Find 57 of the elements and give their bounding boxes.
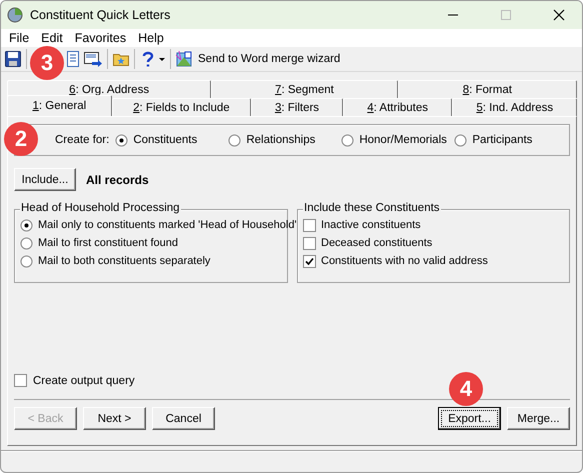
radio-label[interactable]: Mail only to constituents marked 'Head of Household' bbox=[38, 219, 297, 231]
menu-item[interactable]: File bbox=[3, 31, 36, 45]
radio-button[interactable] bbox=[20, 254, 33, 268]
radio-button[interactable] bbox=[115, 134, 128, 146]
close-icon[interactable] bbox=[553, 9, 565, 21]
tab[interactable]: 8: Format bbox=[398, 80, 577, 98]
folder-icon[interactable] bbox=[113, 51, 129, 67]
menu-item[interactable]: Edit bbox=[35, 31, 69, 45]
step-badge: 4 bbox=[449, 372, 483, 406]
radio-label[interactable]: Mail to first constituent found bbox=[38, 237, 178, 249]
toolbar-button[interactable]: Send to Word merge wizard bbox=[198, 53, 340, 65]
radio-button[interactable] bbox=[341, 134, 354, 146]
radio-label[interactable]: Constituents bbox=[133, 134, 198, 146]
tab[interactable]: 2: Fields to Include bbox=[112, 98, 252, 116]
document-icon[interactable] bbox=[65, 51, 81, 67]
radio-button[interactable] bbox=[454, 134, 468, 146]
tab[interactable]: 5: Ind. Address bbox=[452, 98, 578, 116]
checkbox[interactable] bbox=[303, 254, 316, 268]
save-icon[interactable] bbox=[5, 51, 21, 67]
step-badge: 2 bbox=[4, 122, 38, 156]
app-icon bbox=[7, 7, 23, 23]
checkbox[interactable] bbox=[303, 218, 316, 232]
checkbox-label[interactable]: Constituents with no valid address bbox=[321, 255, 488, 267]
dialog-button[interactable]: Merge... bbox=[507, 407, 570, 430]
field-label: Create for: bbox=[55, 134, 110, 146]
radio-button[interactable] bbox=[20, 218, 33, 232]
tab[interactable]: 1: General bbox=[7, 95, 112, 116]
tab[interactable]: 4: Attributes bbox=[342, 98, 452, 116]
radio-label[interactable]: Mail to both constituents separately bbox=[38, 255, 210, 267]
radio-button[interactable] bbox=[20, 236, 33, 250]
checkbox-label[interactable]: Create output query bbox=[33, 374, 135, 386]
help-icon[interactable] bbox=[140, 51, 156, 67]
menu-item[interactable]: Help bbox=[132, 31, 170, 45]
tab[interactable]: 3: Filters bbox=[251, 98, 343, 116]
radio-label[interactable]: Participants bbox=[472, 134, 532, 146]
checkbox[interactable] bbox=[303, 236, 316, 250]
wizard-icon[interactable] bbox=[176, 51, 192, 67]
radio-button[interactable] bbox=[228, 134, 242, 146]
window-title: Constituent Quick Letters bbox=[30, 8, 170, 22]
radio-label[interactable]: Honor/Memorials bbox=[359, 134, 447, 146]
group-title: Head of Household Processing bbox=[20, 202, 181, 214]
step-badge: 3 bbox=[30, 46, 64, 80]
checkbox[interactable] bbox=[14, 374, 27, 387]
caret-icon[interactable] bbox=[159, 58, 165, 60]
dialog-button[interactable]: Next > bbox=[83, 407, 146, 430]
include-button[interactable]: Include... bbox=[14, 168, 76, 191]
tab[interactable]: 7: Segment bbox=[211, 80, 398, 98]
checkbox-label[interactable]: Inactive constituents bbox=[321, 219, 421, 231]
checkbox-label[interactable]: Deceased constituents bbox=[321, 237, 432, 249]
group-title: Include these Constituents bbox=[303, 202, 441, 214]
send-icon[interactable] bbox=[84, 51, 102, 67]
menu-item[interactable]: Favorites bbox=[68, 31, 132, 45]
radio-label[interactable]: Relationships bbox=[246, 134, 316, 146]
include-value: All records bbox=[86, 172, 149, 186]
tab[interactable]: 6: Org. Address bbox=[7, 80, 212, 98]
dialog-button[interactable]: Export... bbox=[438, 407, 501, 430]
dialog-button[interactable]: Cancel bbox=[152, 407, 215, 430]
